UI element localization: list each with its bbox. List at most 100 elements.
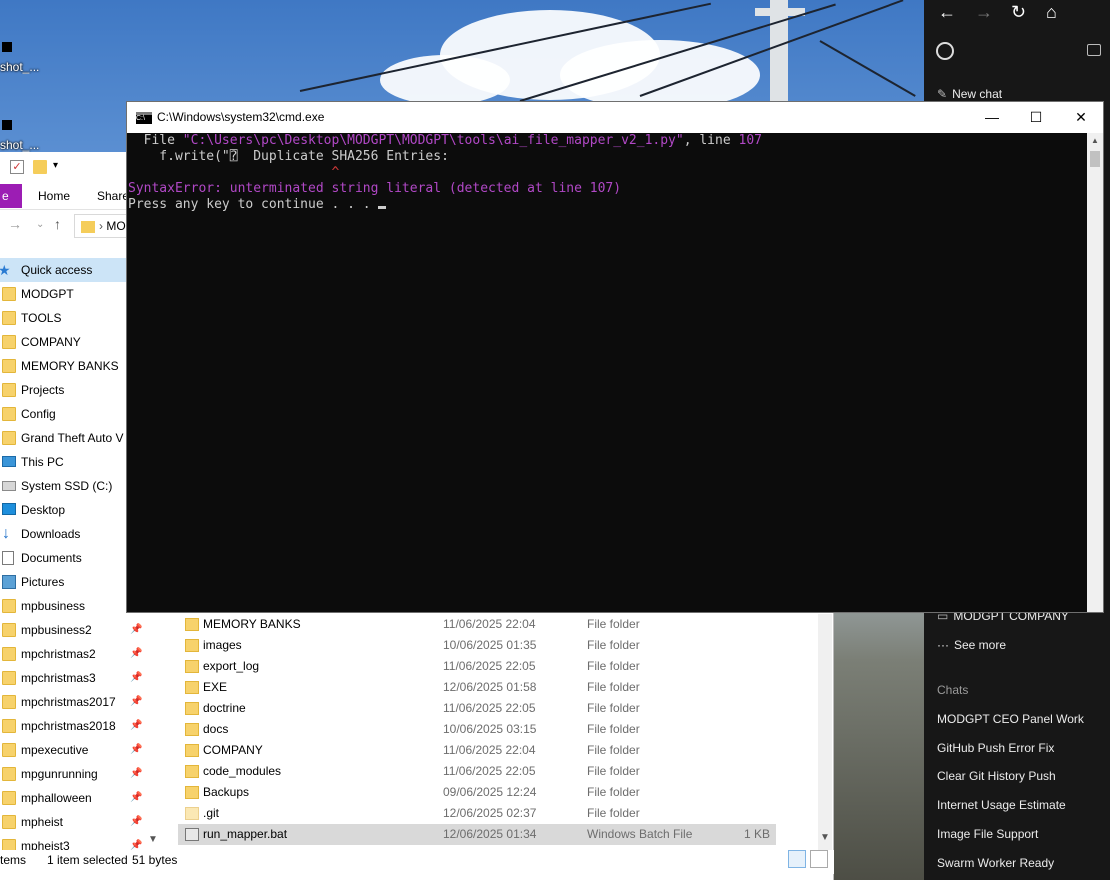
file-row[interactable]: doctrine 11/06/2025 22:05 File folder (178, 698, 776, 719)
file-row[interactable]: images 10/06/2025 01:35 File folder (178, 635, 776, 656)
console-scrollbar[interactable]: ▲ (1087, 133, 1103, 612)
recent-locations-icon[interactable]: ⌄ (36, 219, 44, 230)
pin-icon[interactable]: 📌 (130, 618, 142, 642)
forward-arrow-icon[interactable]: → (8, 216, 22, 232)
nav-item[interactable]: mpheist 📌 (0, 810, 146, 834)
folder-icon (2, 671, 16, 685)
scrollbar-thumb[interactable] (1090, 151, 1100, 167)
tab-share[interactable]: Share (97, 184, 129, 208)
address-bar[interactable]: › MO (74, 214, 134, 238)
nav-item[interactable]: This PC (0, 450, 146, 474)
nav-item[interactable]: Config (0, 402, 146, 426)
desktop-icon-screenshot-1[interactable]: shot_... (0, 42, 44, 74)
new-folder-icon[interactable] (33, 160, 47, 174)
scroll-up-icon[interactable]: ▲ (1091, 136, 1099, 145)
maximize-button[interactable]: ☐ (1013, 102, 1059, 133)
minimize-button[interactable]: — (969, 102, 1015, 133)
nav-item[interactable]: mpbusiness (0, 594, 146, 618)
file-date: 12/06/2025 01:58 (443, 680, 537, 694)
toggle-sidebar-icon[interactable] (1087, 44, 1101, 56)
pin-icon[interactable]: 📌 (130, 762, 142, 786)
nav-item[interactable]: TOOLS (0, 306, 146, 330)
nav-item[interactable]: Projects (0, 378, 146, 402)
file-row[interactable]: COMPANY 11/06/2025 22:04 File folder (178, 740, 776, 761)
nav-item[interactable]: mpchristmas2 📌 (0, 642, 146, 666)
pin-icon[interactable]: 📌 (130, 642, 142, 666)
pin-icon[interactable]: 📌 (130, 666, 142, 690)
nav-item[interactable]: Documents (0, 546, 146, 570)
chat-item[interactable]: Clear Git History Push (937, 769, 1056, 783)
source-code-line: f.write("⍰ Duplicate SHA256 Entries: (128, 149, 449, 164)
new-chat-button[interactable]: ✎ New chat (937, 87, 1002, 101)
nav-item[interactable]: mpchristmas2018 📌 (0, 714, 146, 738)
console-output[interactable]: File "C:\Users\pc\Desktop\MODGPT\MODGPT\… (127, 133, 1087, 612)
file-row[interactable]: code_modules 11/06/2025 22:05 File folder (178, 761, 776, 782)
tab-file[interactable]: e (0, 184, 22, 208)
nav-item[interactable]: mpexecutive 📌 (0, 738, 146, 762)
back-arrow-icon[interactable]: ← (938, 2, 956, 23)
pin-icon[interactable]: 📌 (130, 738, 142, 762)
close-button[interactable]: ✕ (1058, 102, 1104, 133)
file-row[interactable]: EXE 12/06/2025 01:58 File folder (178, 677, 776, 698)
see-more-button[interactable]: ··· See more (937, 638, 1006, 652)
scroll-down-icon[interactable]: ▼ (820, 832, 830, 843)
nav-item[interactable]: mpchristmas3 📌 (0, 666, 146, 690)
file-row[interactable]: run_mapper.bat 12/06/2025 01:34 Windows Ba… (178, 824, 776, 845)
nav-item[interactable]: ★ Quick access (0, 258, 146, 282)
cmd-app-icon[interactable]: C:\ (136, 112, 152, 124)
home-icon[interactable]: ⌂ (1046, 2, 1057, 23)
file-row[interactable]: export_log 11/06/2025 22:05 File folder (178, 656, 776, 677)
chat-item[interactable]: Internet Usage Estimate (937, 798, 1066, 812)
cmd-title-bar[interactable]: C:\ C:\Windows\system32\cmd.exe — ☐ ✕ (127, 102, 1103, 133)
properties-icon[interactable]: ✓ (10, 160, 24, 174)
file-name: images (203, 638, 242, 652)
scroll-down-icon[interactable]: ▼ (148, 834, 158, 845)
nav-item[interactable]: System SSD (C:) (0, 474, 146, 498)
nav-item-label: mpchristmas2017 (21, 695, 116, 709)
nav-item[interactable]: Pictures (0, 570, 146, 594)
forward-arrow-icon[interactable]: → (975, 2, 993, 23)
chat-item[interactable]: MODGPT CEO Panel Work (937, 712, 1084, 726)
file-type: File folder (587, 806, 640, 820)
chat-item[interactable]: Image File Support (937, 827, 1038, 841)
details-view-button[interactable] (788, 850, 806, 868)
prompt-text: Press any key to continue . . . (128, 197, 379, 212)
up-arrow-icon[interactable]: ↑ (54, 216, 61, 232)
desktop-icon-screenshot-2[interactable]: shot_... (0, 120, 44, 152)
tab-home[interactable]: Home (38, 184, 70, 208)
nav-item[interactable]: mpchristmas2017 📌 (0, 690, 146, 714)
chat-item[interactable]: Swarm Worker Ready (937, 856, 1054, 870)
large-icons-view-button[interactable] (810, 850, 828, 868)
file-row[interactable]: MEMORY BANKS 11/06/2025 22:04 File folder (178, 614, 776, 635)
file-date: 12/06/2025 01:34 (443, 827, 537, 841)
folder-icon (185, 744, 199, 757)
pin-icon[interactable]: 📌 (130, 834, 142, 850)
nav-item[interactable]: ↓ Downloads (0, 522, 146, 546)
chat-item[interactable]: GitHub Push Error Fix (937, 741, 1054, 755)
pin-icon[interactable]: 📌 (130, 690, 142, 714)
file-name: COMPANY (203, 743, 263, 757)
nav-item-label: Downloads (21, 527, 81, 541)
file-row[interactable]: docs 10/06/2025 03:15 File folder (178, 719, 776, 740)
chatgpt-logo-icon[interactable] (936, 42, 954, 60)
pictures-icon (2, 575, 16, 589)
customize-toolbar-icon[interactable]: ▾ (53, 160, 58, 171)
nav-item[interactable]: MODGPT (0, 282, 146, 306)
nav-item[interactable]: mpbusiness2 📌 (0, 618, 146, 642)
nav-item[interactable]: COMPANY (0, 330, 146, 354)
pin-icon[interactable]: 📌 (130, 714, 142, 738)
pin-icon[interactable]: 📌 (130, 786, 142, 810)
nav-item[interactable]: Desktop (0, 498, 146, 522)
nav-item[interactable]: mpheist3 📌 (0, 834, 146, 850)
pin-icon[interactable]: 📌 (130, 810, 142, 834)
nav-item[interactable]: mpgunrunning 📌 (0, 762, 146, 786)
refresh-icon[interactable]: ↻ (1011, 2, 1026, 23)
file-row[interactable]: Backups 09/06/2025 12:24 File folder (178, 782, 776, 803)
nav-item[interactable]: mphalloween 📌 (0, 786, 146, 810)
file-list-scrollbar[interactable]: ▼ (818, 614, 832, 850)
nav-item[interactable]: MEMORY BANKS (0, 354, 146, 378)
nav-item[interactable]: Grand Theft Auto V L (0, 426, 146, 450)
nav-item-label: mpheist3 (21, 839, 70, 850)
file-row[interactable]: .git 12/06/2025 02:37 File folder (178, 803, 776, 824)
see-more-label: See more (954, 638, 1007, 652)
